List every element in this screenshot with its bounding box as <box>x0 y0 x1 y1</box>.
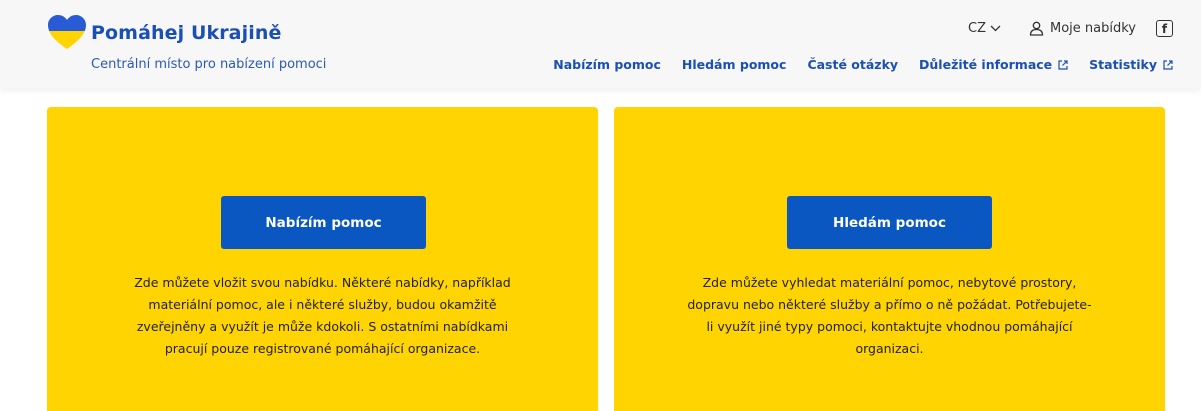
nav-faq[interactable]: Časté otázky <box>807 57 898 72</box>
nav-label: Hledám pomoc <box>681 57 787 72</box>
external-link-icon <box>1163 59 1173 70</box>
seek-help-description: Zde můžete vyhledat materiální pomoc, ne… <box>687 275 1092 356</box>
offer-help-description: Zde můžete vložit svou nabídku. Některé … <box>134 275 511 356</box>
facebook-icon[interactable]: f <box>1156 20 1173 37</box>
tagline: Centrální místo pro nabízení pomoci <box>91 57 327 72</box>
nav-important-info[interactable]: Důležité informace <box>919 57 1068 72</box>
nav-label: Důležité informace <box>919 57 1053 72</box>
external-link-icon <box>1058 59 1068 70</box>
my-offers-label: Moje nabídky <box>1050 21 1136 36</box>
nav-statistics[interactable]: Statistiky <box>1089 57 1173 72</box>
heart-logo-icon <box>48 15 86 49</box>
language-selector[interactable]: CZ <box>968 21 1001 36</box>
offer-help-button[interactable]: Nabízím pomoc <box>221 196 426 249</box>
offer-help-card: Nabízím pomoc Zde můžete vložit svou nab… <box>47 107 598 411</box>
nav-seek-help[interactable]: Hledám pomoc <box>682 57 787 72</box>
seek-help-card: Hledám pomoc Zde můžete vyhledat materiá… <box>614 107 1165 411</box>
utility-bar: CZ Moje nabídky f <box>968 20 1173 37</box>
nav-label: Nabízím pomoc <box>553 57 661 72</box>
chevron-down-icon <box>990 25 1001 32</box>
site-header: Pomáhej Ukrajině Centrální místo pro nab… <box>0 0 1201 88</box>
user-icon <box>1029 21 1044 36</box>
nav-offer-help[interactable]: Nabízím pomoc <box>553 57 661 72</box>
language-label: CZ <box>968 21 986 36</box>
main-nav: Nabízím pomoc Hledám pomoc Časté otázky … <box>553 57 1173 72</box>
nav-label: Časté otázky <box>807 57 899 72</box>
home-logo-link[interactable]: Pomáhej Ukrajině <box>48 15 281 50</box>
nav-label: Statistiky <box>1089 57 1157 72</box>
my-offers-link[interactable]: Moje nabídky <box>1029 21 1136 36</box>
brand-name: Pomáhej Ukrajině <box>91 21 282 44</box>
seek-help-button[interactable]: Hledám pomoc <box>787 196 992 249</box>
